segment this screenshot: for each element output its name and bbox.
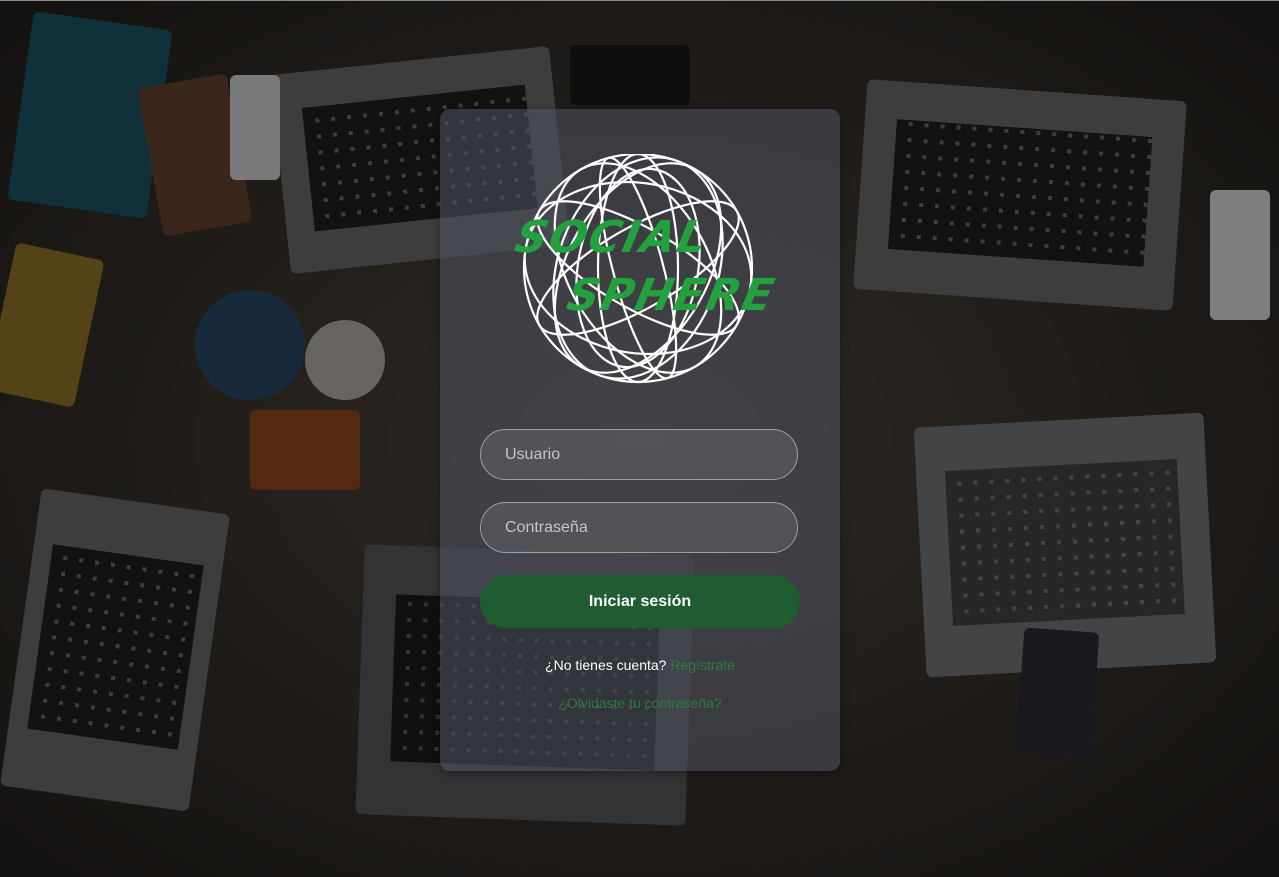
register-link[interactable]: Regístrate <box>670 657 735 673</box>
window-top-border <box>0 0 1279 1</box>
brand-logo: SOCIAL SPHERE <box>510 152 780 394</box>
username-input[interactable] <box>480 429 798 480</box>
forgot-password-link[interactable]: ¿Olvidaste tu contraseña? <box>558 695 721 711</box>
brand-name-line2: SPHERE <box>562 270 781 321</box>
password-input[interactable] <box>480 502 798 553</box>
signup-prompt: ¿No tienes cuenta? Regístrate <box>440 657 840 673</box>
no-account-text: ¿No tienes cuenta? <box>545 657 671 673</box>
forgot-password-row: ¿Olvidaste tu contraseña? <box>440 695 840 711</box>
login-button[interactable]: Iniciar sesión <box>480 575 800 628</box>
brand-name-line1: SOCIAL <box>510 212 714 263</box>
login-card: SOCIAL SPHERE Iniciar sesión ¿No tienes … <box>440 109 840 771</box>
